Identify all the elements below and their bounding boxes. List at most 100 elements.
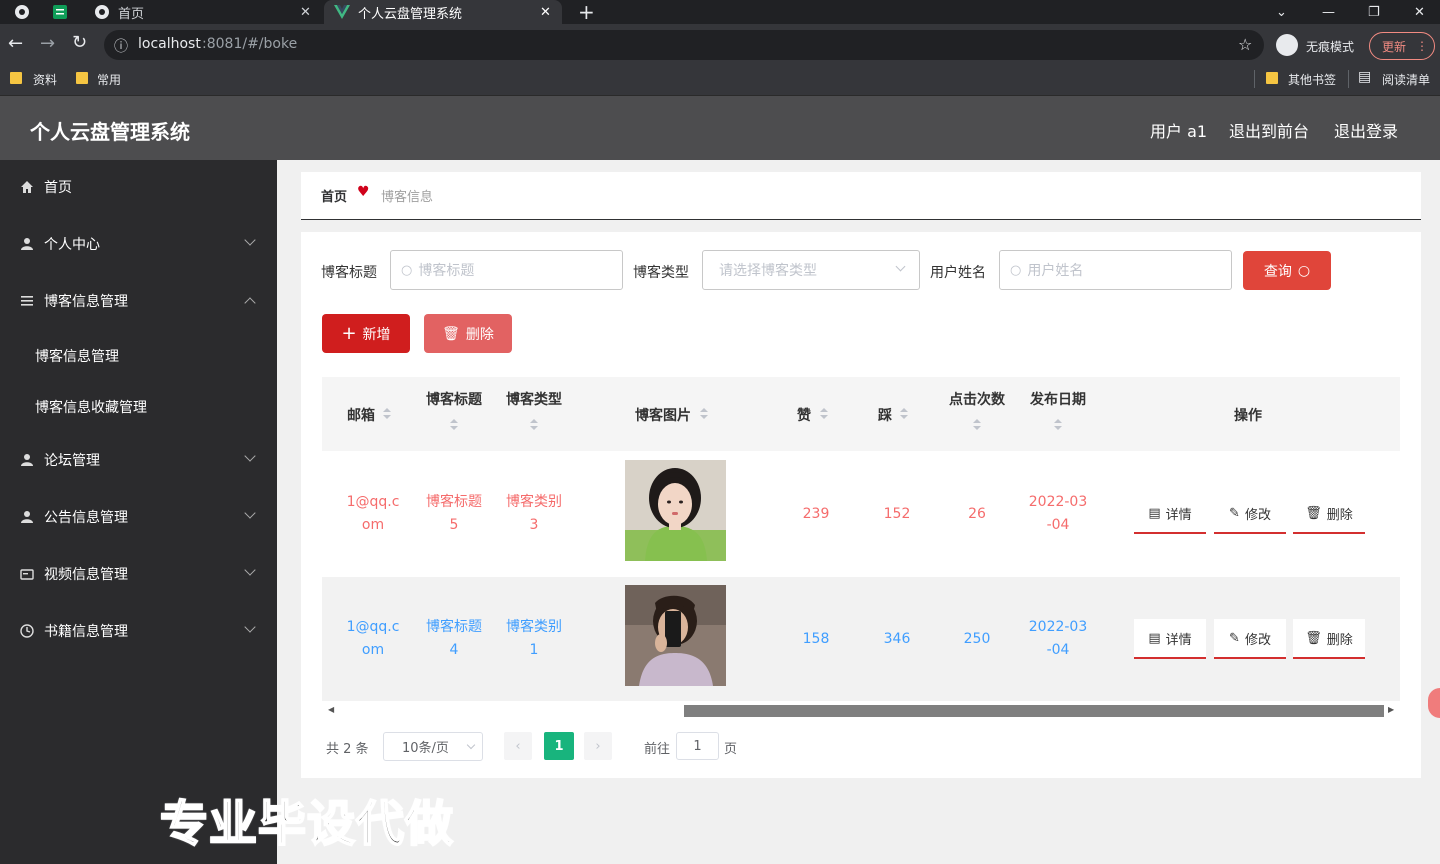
sort-desc-icon[interactable] bbox=[383, 415, 391, 419]
col-clicks[interactable]: 点击次数 bbox=[949, 389, 1005, 409]
detail-button[interactable]: ▤ 详情 bbox=[1134, 494, 1206, 534]
logout-link[interactable]: 退出登录 bbox=[1334, 118, 1398, 142]
sidebar-item-notice[interactable]: 公告信息管理 bbox=[0, 495, 277, 539]
sort-asc-icon[interactable] bbox=[973, 419, 981, 423]
sort-desc-icon[interactable] bbox=[700, 415, 708, 419]
breadcrumb-home[interactable]: 首页 bbox=[321, 186, 347, 205]
blog-image[interactable] bbox=[625, 460, 726, 561]
sort-asc-icon[interactable] bbox=[450, 419, 458, 423]
page-size-select[interactable]: 10条/页 bbox=[383, 732, 483, 761]
window-close-icon[interactable]: ✕ bbox=[1414, 0, 1425, 24]
sidebar-subitem-blog-favorites[interactable]: 博客信息收藏管理 bbox=[35, 397, 147, 417]
search-icon: ○ bbox=[1010, 262, 1022, 278]
bookmark-folder-1[interactable]: 资料 bbox=[33, 71, 57, 88]
cell-email: 1@qq.c om bbox=[346, 494, 400, 533]
incognito-icon[interactable] bbox=[1276, 34, 1298, 56]
scrollbar-thumb[interactable] bbox=[684, 705, 1384, 717]
app-header: 个人云盘管理系统 用户 a1 退出到前台 退出登录 bbox=[0, 96, 1440, 160]
app-title: 个人云盘管理系统 bbox=[30, 120, 190, 144]
detail-button[interactable]: ▤ 详情 bbox=[1134, 619, 1206, 659]
url-bar[interactable]: ⓘ localhost :8081/#/boke ☆ bbox=[104, 30, 1264, 60]
prev-page-button[interactable]: ‹ bbox=[504, 732, 532, 760]
sort-asc-icon[interactable] bbox=[900, 408, 908, 412]
sort-desc-icon[interactable] bbox=[900, 415, 908, 419]
horizontal-scrollbar[interactable]: ◀ ▶ bbox=[322, 702, 1400, 720]
add-button[interactable]: + 新增 bbox=[322, 314, 410, 353]
scroll-left-icon[interactable]: ◀ bbox=[328, 705, 334, 714]
type-filter-label: 博客类型 bbox=[633, 265, 689, 281]
tab-search-icon[interactable]: ⌄ bbox=[1276, 0, 1287, 24]
col-image[interactable]: 博客图片 bbox=[635, 405, 691, 425]
batch-delete-button[interactable]: 🗑 删除 bbox=[424, 314, 512, 353]
sort-desc-icon[interactable] bbox=[450, 426, 458, 430]
minimize-icon[interactable]: — bbox=[1322, 0, 1335, 24]
edit-button[interactable]: ✎ 修改 bbox=[1214, 494, 1286, 534]
title-placeholder: 博客标题 bbox=[418, 263, 475, 279]
goto-page-input[interactable]: 1 bbox=[676, 732, 719, 760]
col-date[interactable]: 发布日期 bbox=[1030, 389, 1086, 409]
chevron-down-icon bbox=[244, 564, 256, 576]
sort-asc-icon[interactable] bbox=[383, 408, 391, 412]
sidebar-item-label: 个人中心 bbox=[44, 237, 100, 253]
sort-desc-icon[interactable] bbox=[820, 415, 828, 419]
page-1-button[interactable]: 1 bbox=[544, 732, 574, 760]
cell-title: 博客标题 5 bbox=[426, 494, 482, 533]
row-delete-button[interactable]: 🗑 删除 bbox=[1293, 494, 1365, 534]
blog-image[interactable] bbox=[625, 585, 726, 686]
other-bookmarks[interactable]: 其他书签 bbox=[1288, 71, 1336, 88]
sidebar-item-home[interactable]: 首页 bbox=[0, 165, 277, 209]
tab-home[interactable]: 首页 ✕ bbox=[84, 0, 324, 24]
sort-desc-icon[interactable] bbox=[1054, 426, 1062, 430]
reload-icon[interactable]: ↻ bbox=[72, 32, 87, 53]
sort-asc-icon[interactable] bbox=[530, 419, 538, 423]
edit-button[interactable]: ✎ 修改 bbox=[1214, 619, 1286, 659]
forward-icon[interactable]: → bbox=[40, 33, 55, 54]
reading-list[interactable]: 阅读清单 bbox=[1382, 71, 1430, 88]
sort-asc-icon[interactable] bbox=[820, 408, 828, 412]
bookmark-folder-2[interactable]: 常用 bbox=[97, 71, 121, 88]
type-select[interactable]: 请选择博客类型 bbox=[702, 250, 920, 290]
user-filter-label: 用户姓名 bbox=[930, 265, 986, 281]
star-icon[interactable]: ☆ bbox=[1238, 35, 1252, 54]
user-icon bbox=[21, 238, 33, 250]
col-like[interactable]: 赞 bbox=[797, 405, 811, 425]
delete-label: 删除 bbox=[465, 326, 494, 343]
user-search-input[interactable]: ○ 用户姓名 bbox=[999, 250, 1232, 290]
sidebar-item-video[interactable]: 视频信息管理 bbox=[0, 552, 277, 596]
back-icon[interactable]: ← bbox=[8, 33, 23, 54]
sidebar-item-books[interactable]: 书籍信息管理 bbox=[0, 609, 277, 653]
sort-asc-icon[interactable] bbox=[1054, 419, 1062, 423]
pinned-tab-icon[interactable] bbox=[52, 0, 68, 24]
close-icon[interactable]: ✕ bbox=[300, 5, 311, 20]
tab-active[interactable]: 个人云盘管理系统 ✕ bbox=[324, 0, 562, 24]
cell-date: 2022-03 -04 bbox=[1028, 619, 1088, 658]
new-tab-icon[interactable]: + bbox=[578, 0, 595, 24]
type-placeholder: 请选择博客类型 bbox=[719, 263, 817, 279]
browser-app-icon[interactable] bbox=[14, 0, 30, 24]
row-delete-button[interactable]: 🗑 删除 bbox=[1293, 619, 1365, 659]
sidebar-item-blog[interactable]: 博客信息管理 bbox=[0, 279, 277, 323]
info-icon[interactable]: ⓘ bbox=[114, 36, 128, 56]
back-to-front-link[interactable]: 退出到前台 bbox=[1229, 118, 1309, 142]
sort-desc-icon[interactable] bbox=[973, 426, 981, 430]
close-icon[interactable]: ✕ bbox=[540, 5, 551, 20]
restore-icon[interactable]: ❐ bbox=[1368, 0, 1380, 24]
col-email[interactable]: 邮箱 bbox=[347, 405, 375, 425]
col-dislike[interactable]: 踩 bbox=[878, 405, 892, 425]
title-search-input[interactable]: ○ 博客标题 bbox=[390, 250, 623, 290]
sidebar-item-profile[interactable]: 个人中心 bbox=[0, 222, 277, 266]
next-page-button[interactable]: › bbox=[584, 732, 612, 760]
sort-asc-icon[interactable] bbox=[700, 408, 708, 412]
col-type[interactable]: 博客类型 bbox=[506, 389, 562, 409]
update-label: 更新 bbox=[1382, 39, 1407, 54]
scroll-right-icon[interactable]: ▶ bbox=[1388, 705, 1394, 714]
update-button[interactable]: 更新 ⋮ bbox=[1369, 32, 1435, 60]
query-button[interactable]: 查询 ○ bbox=[1243, 251, 1331, 290]
sidebar-item-forum[interactable]: 论坛管理 bbox=[0, 438, 277, 482]
col-title[interactable]: 博客标题 bbox=[426, 389, 482, 409]
sidebar-subitem-blog-manage[interactable]: 博客信息管理 bbox=[35, 346, 119, 366]
cell-date: 2022-03 -04 bbox=[1028, 494, 1088, 533]
document-icon: ▤ bbox=[1148, 505, 1161, 521]
sort-desc-icon[interactable] bbox=[530, 426, 538, 430]
floating-widget[interactable] bbox=[1428, 688, 1440, 718]
